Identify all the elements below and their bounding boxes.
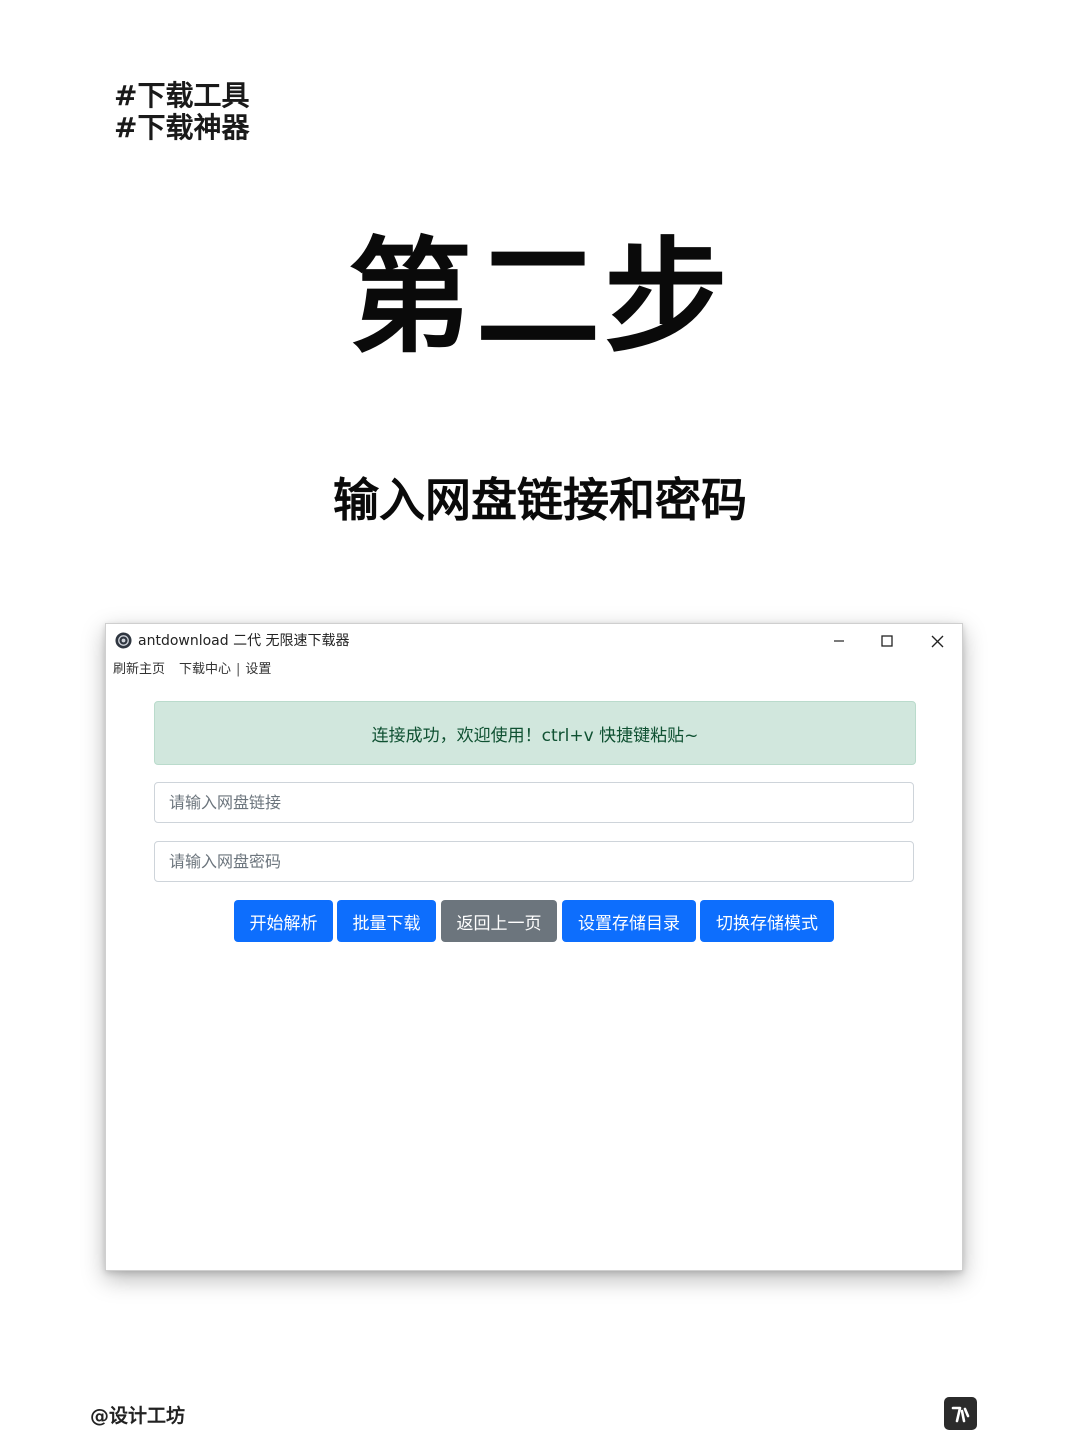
menu-refresh-home[interactable]: 刷新主页 (113, 661, 165, 679)
menu-download-center[interactable]: 下载中心 (179, 661, 231, 679)
menu-settings[interactable]: 设置 (245, 661, 271, 679)
maximize-icon (881, 635, 893, 647)
brand-logo (944, 1397, 977, 1430)
hashtag-download-artifact: #下载神器 (114, 111, 250, 144)
menu-spacer (165, 661, 179, 679)
hashtags: #下载工具 #下载神器 (114, 80, 249, 144)
success-alert: 连接成功，欢迎使用！ctrl+v 快捷键粘贴~ (154, 701, 916, 765)
minimize-icon (834, 640, 844, 642)
switch-storage-mode-button[interactable]: 切换存储模式 (700, 900, 834, 942)
author-credit: @设计工坊 (90, 1405, 186, 1427)
step-subtitle: 输入网盘链接和密码 (333, 473, 747, 527)
window-titlebar[interactable]: antdownload 二代 无限速下载器 (106, 624, 962, 658)
close-icon (931, 635, 943, 647)
step-title: 第二步 (347, 226, 732, 370)
share-password-input[interactable] (154, 841, 914, 882)
brand-logo-icon (951, 1406, 970, 1423)
batch-download-button[interactable]: 批量下载 (337, 900, 436, 942)
window-title: antdownload 二代 无限速下载器 (138, 633, 350, 649)
hashtag-download-tool: #下载工具 (114, 79, 250, 112)
menubar: 刷新主页 下载中心 | 设置 (113, 661, 271, 679)
set-storage-dir-button[interactable]: 设置存储目录 (562, 900, 696, 942)
menu-separator: | (236, 662, 241, 677)
start-parse-button[interactable]: 开始解析 (234, 900, 333, 942)
success-alert-text: 连接成功，欢迎使用！ctrl+v 快捷键粘贴~ (371, 725, 699, 746)
close-button[interactable] (914, 626, 960, 656)
go-back-button[interactable]: 返回上一页 (441, 900, 557, 942)
app-logo-icon (115, 632, 132, 649)
share-link-input[interactable] (154, 782, 914, 823)
app-window: antdownload 二代 无限速下载器 刷新主页 下载中心 | 设置 连接成… (105, 623, 963, 1271)
minimize-button[interactable] (816, 626, 862, 656)
maximize-button[interactable] (864, 626, 910, 656)
